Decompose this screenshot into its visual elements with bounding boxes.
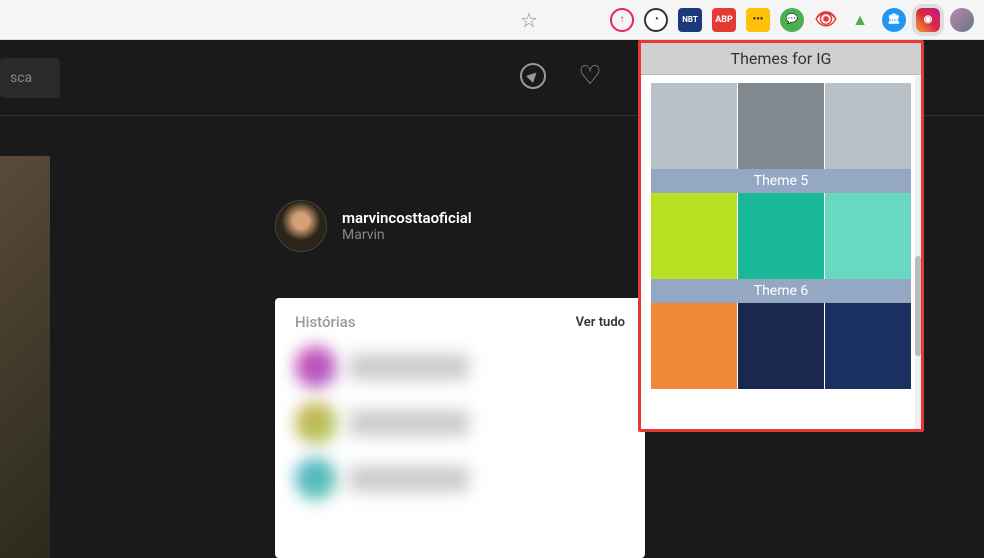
browser-profile-avatar[interactable] [950,8,974,32]
extension-adblock-icon[interactable]: ABP [712,8,736,32]
search-text: sca [10,70,32,86]
page-content: sca ♡ marvincosttaoficial Marvin Históri… [0,40,984,518]
themes-list[interactable]: Theme 5 Theme 6 [641,75,921,397]
bookmark-star-icon[interactable]: ☆ [520,8,538,32]
extension-triangle-icon[interactable]: ▲ [848,8,872,32]
extension-eye-icon[interactable]: 👁 [814,8,838,32]
story-username [349,410,469,436]
story-avatar [295,458,337,500]
story-item[interactable] [295,458,625,500]
theme-label: Theme 5 [651,169,911,193]
feed-post-image [0,156,50,558]
stories-see-all-link[interactable]: Ver tudo [576,315,625,330]
color-swatch [738,83,824,169]
nav-icons-group: ♡ [520,62,604,90]
story-username [349,354,469,380]
theme-option-7[interactable] [651,303,911,389]
color-swatch [825,193,911,279]
story-item[interactable] [295,346,625,388]
extension-upload-icon[interactable]: ↑ [610,8,634,32]
theme-label: Theme 6 [651,279,911,303]
theme-option-5[interactable]: Theme 5 [651,83,911,193]
color-swatch [651,193,737,279]
extension-dots-icon[interactable]: ••• [746,8,770,32]
color-swatch [651,303,737,389]
extension-bank-icon[interactable]: 🏛 [882,8,906,32]
popup-scrollbar[interactable] [915,76,921,432]
extension-nbt-icon[interactable]: NBT [678,8,702,32]
extension-chat-icon[interactable]: 💬 [780,8,804,32]
color-swatch [825,303,911,389]
story-avatar [295,402,337,444]
popup-title: Themes for IG [641,43,921,75]
profile-summary[interactable]: marvincosttaoficial Marvin [275,200,472,252]
story-username [349,466,469,492]
theme-option-6[interactable]: Theme 6 [651,193,911,303]
theme-swatches [651,303,911,389]
theme-swatches [651,83,911,169]
explore-icon[interactable] [520,63,546,89]
theme-swatches [651,193,911,279]
browser-toolbar: ☆ ↑ ◔ NBT ABP ••• 💬 👁 ▲ 🏛 ◉ [0,0,984,40]
profile-avatar[interactable] [275,200,327,252]
stories-card: Histórias Ver tudo [275,298,645,558]
search-input[interactable]: sca [0,58,60,98]
profile-username[interactable]: marvincosttaoficial [342,209,472,227]
stories-header: Histórias Ver tudo [295,313,625,331]
themes-extension-popup: Themes for IG Theme 5 Theme 6 [638,40,924,432]
avatar-image [276,201,326,251]
heart-icon[interactable]: ♡ [576,62,604,90]
stories-title: Histórias [295,313,355,331]
color-swatch [738,303,824,389]
color-swatch [825,83,911,169]
profile-text: marvincosttaoficial Marvin [342,209,472,243]
scrollbar-thumb[interactable] [915,256,921,356]
story-avatar [295,346,337,388]
story-item[interactable] [295,402,625,444]
color-swatch [651,83,737,169]
color-swatch [738,193,824,279]
extension-themes-ig-icon[interactable]: ◉ [916,8,940,32]
profile-display-name: Marvin [342,227,472,243]
extension-speedometer-icon[interactable]: ◔ [644,8,668,32]
